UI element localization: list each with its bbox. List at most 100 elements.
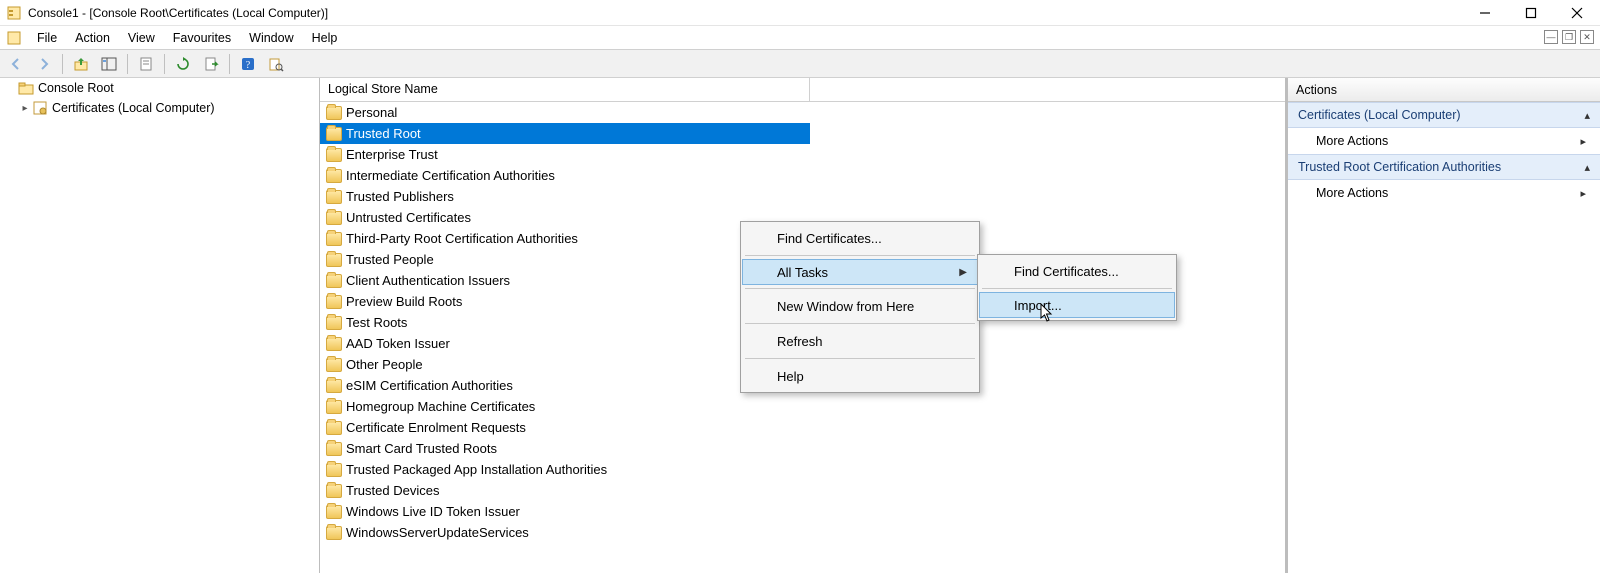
- folder-icon: [326, 274, 342, 288]
- list-item[interactable]: Trusted Root: [320, 123, 810, 144]
- folder-icon: [326, 253, 342, 267]
- collapse-arrow-icon[interactable]: ▴: [1584, 161, 1590, 174]
- toolbar-separator: [229, 54, 230, 74]
- actions-link-label: More Actions: [1316, 134, 1388, 148]
- list-item[interactable]: Trusted Devices: [320, 480, 1285, 501]
- menu-separator: [745, 255, 975, 256]
- list-item-label: Enterprise Trust: [346, 147, 438, 162]
- properties-button[interactable]: [134, 52, 158, 76]
- minimize-button[interactable]: [1462, 0, 1508, 26]
- folder-icon: [326, 358, 342, 372]
- menu-action[interactable]: Action: [66, 28, 119, 48]
- folder-icon: [18, 80, 34, 96]
- export-list-button[interactable]: [199, 52, 223, 76]
- show-hide-tree-button[interactable]: [97, 52, 121, 76]
- folder-icon: [326, 505, 342, 519]
- menu-separator: [745, 288, 975, 289]
- chevron-right-icon: ▸: [1580, 187, 1586, 200]
- help-button[interactable]: ?: [236, 52, 260, 76]
- list-item-label: Trusted Packaged App Installation Author…: [346, 462, 607, 477]
- mdi-window-controls: — ❐ ✕: [1544, 30, 1594, 44]
- list-item-label: Intermediate Certification Authorities: [346, 168, 555, 183]
- context-menu-all-tasks: Find Certificates... Import...: [977, 254, 1177, 321]
- list-item-label: AAD Token Issuer: [346, 336, 450, 351]
- folder-icon: [326, 190, 342, 204]
- mdi-close-button[interactable]: ✕: [1580, 30, 1594, 44]
- context-menu-item[interactable]: Find Certificates...: [743, 225, 977, 251]
- context-menu-item[interactable]: All Tasks▶: [742, 259, 978, 285]
- context-submenu-item[interactable]: Import...: [979, 292, 1175, 318]
- list-item[interactable]: Intermediate Certification Authorities: [320, 165, 1285, 186]
- menu-window[interactable]: Window: [240, 28, 302, 48]
- folder-icon: [326, 169, 342, 183]
- list-item[interactable]: Trusted Packaged App Installation Author…: [320, 459, 1285, 480]
- list-item-label: Trusted Publishers: [346, 189, 454, 204]
- actions-section-certificates[interactable]: Certificates (Local Computer) ▴: [1288, 102, 1600, 128]
- actions-more-actions-1[interactable]: More Actions ▸: [1288, 128, 1600, 154]
- list-item[interactable]: Trusted Publishers: [320, 186, 1285, 207]
- list-item-label: Preview Build Roots: [346, 294, 462, 309]
- menu-bar: File Action View Favourites Window Help …: [0, 26, 1600, 50]
- column-header-logical-store[interactable]: Logical Store Name: [320, 78, 810, 101]
- list-item[interactable]: Smart Card Trusted Roots: [320, 438, 1285, 459]
- svg-text:?: ?: [246, 60, 251, 71]
- list-item-label: Trusted People: [346, 252, 434, 267]
- list-item-label: Smart Card Trusted Roots: [346, 441, 497, 456]
- close-button[interactable]: [1554, 0, 1600, 26]
- context-menu-item[interactable]: New Window from Here: [743, 293, 977, 319]
- list-item-label: WindowsServerUpdateServices: [346, 525, 529, 540]
- tree-root-item[interactable]: Console Root: [0, 78, 319, 98]
- collapse-arrow-icon[interactable]: ▴: [1584, 109, 1590, 122]
- list-item[interactable]: Certificate Enrolment Requests: [320, 417, 1285, 438]
- list-item-label: Homegroup Machine Certificates: [346, 399, 535, 414]
- nav-back-button[interactable]: [4, 52, 28, 76]
- chevron-right-icon: ▸: [1580, 135, 1586, 148]
- up-one-level-button[interactable]: [69, 52, 93, 76]
- context-menu-item[interactable]: Help: [743, 363, 977, 389]
- tree-child-item[interactable]: ▸ Certificates (Local Computer): [0, 98, 319, 118]
- folder-icon: [326, 379, 342, 393]
- window-title: Console1 - [Console Root\Certificates (L…: [28, 6, 328, 20]
- menu-favourites[interactable]: Favourites: [164, 28, 240, 48]
- folder-icon: [326, 127, 342, 141]
- list-item-label: Other People: [346, 357, 423, 372]
- actions-more-actions-2[interactable]: More Actions ▸: [1288, 180, 1600, 206]
- tree-child-label: Certificates (Local Computer): [52, 101, 215, 115]
- folder-icon: [326, 337, 342, 351]
- find-certificates-button[interactable]: [264, 52, 288, 76]
- list-item[interactable]: Windows Live ID Token Issuer: [320, 501, 1285, 522]
- mdi-restore-button[interactable]: ❐: [1562, 30, 1576, 44]
- folder-icon: [326, 484, 342, 498]
- chevron-right-icon[interactable]: ▸: [18, 101, 32, 115]
- context-submenu-item[interactable]: Find Certificates...: [980, 258, 1174, 284]
- folder-icon: [326, 400, 342, 414]
- list-item[interactable]: Enterprise Trust: [320, 144, 1285, 165]
- folder-icon: [326, 526, 342, 540]
- menu-help[interactable]: Help: [303, 28, 347, 48]
- context-menu-item[interactable]: Refresh: [743, 328, 977, 354]
- maximize-button[interactable]: [1508, 0, 1554, 26]
- folder-icon: [326, 463, 342, 477]
- list-item-label: Third-Party Root Certification Authoriti…: [346, 231, 578, 246]
- actions-link-label: More Actions: [1316, 186, 1388, 200]
- mdi-minimize-button[interactable]: —: [1544, 30, 1558, 44]
- list-item[interactable]: WindowsServerUpdateServices: [320, 522, 1285, 543]
- folder-icon: [326, 316, 342, 330]
- expander-icon[interactable]: [4, 81, 18, 95]
- list-item-label: Trusted Devices: [346, 483, 439, 498]
- list-item-label: Personal: [346, 105, 397, 120]
- actions-section-label: Certificates (Local Computer): [1298, 108, 1461, 122]
- list-item-label: Certificate Enrolment Requests: [346, 420, 526, 435]
- list-item-label: eSIM Certification Authorities: [346, 378, 513, 393]
- nav-forward-button[interactable]: [32, 52, 56, 76]
- menu-view[interactable]: View: [119, 28, 164, 48]
- refresh-button[interactable]: [171, 52, 195, 76]
- menu-file[interactable]: File: [28, 28, 66, 48]
- certificate-store-icon: [32, 100, 48, 116]
- mmc-app-icon: [6, 5, 22, 21]
- actions-pane-header: Actions: [1288, 78, 1600, 102]
- actions-section-trusted-root[interactable]: Trusted Root Certification Authorities ▴: [1288, 154, 1600, 180]
- list-item[interactable]: Homegroup Machine Certificates: [320, 396, 1285, 417]
- list-item[interactable]: Personal: [320, 102, 1285, 123]
- folder-icon: [326, 232, 342, 246]
